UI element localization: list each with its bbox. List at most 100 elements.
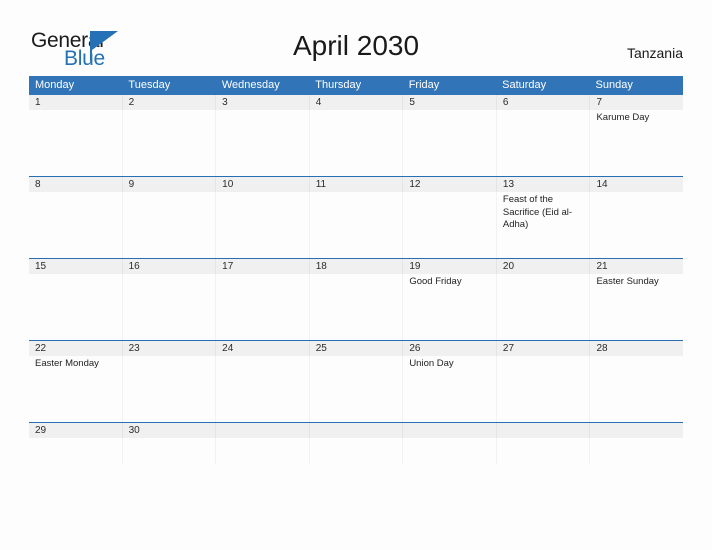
holiday-event-label: Union Day [409,358,454,369]
event-cell-day-10 [215,192,309,258]
holiday-event-label: Karume Day [596,112,650,123]
day-number-5[interactable]: 5 [402,95,496,110]
day-number-15[interactable]: 15 [29,259,122,274]
calendar-week-row: 29 30 [29,422,683,464]
day-event-row [29,438,683,464]
day-number-1[interactable]: 1 [29,95,122,110]
day-event-row: Feast of the Sacrifice (Eid al-Adha) [29,192,683,258]
calendar-weeks: 1 2 3 4 5 6 7 Karume Day 8 9 10 11 12 13 14 Feast of th… [29,95,683,464]
day-number-24[interactable]: 24 [215,341,309,356]
weekday-header-thursday: Thursday [315,79,362,91]
day-number-9[interactable]: 9 [121,177,216,192]
page-title: April 2030 [292,30,420,61]
event-cell-day-29 [29,438,122,464]
calendar-grid: Monday Tuesday Wednesday Thursday Friday Satu… [29,76,683,464]
day-number-23[interactable]: 23 [121,341,216,356]
day-number-30[interactable]: 30 [121,423,216,438]
holiday-event-label: Good Friday [409,276,462,287]
day-number-16[interactable]: 16 [121,259,216,274]
event-cell-day-3 [215,110,309,176]
day-number-12[interactable]: 12 [402,177,496,192]
holiday-event-label: Feast of the Sacrifice (Eid al-Adha) [502,194,573,230]
day-number-row: 22 23 24 25 26 27 28 [29,341,683,356]
day-number-20[interactable]: 20 [495,259,590,274]
day-number-19[interactable]: 19 [402,259,496,274]
weekday-header-saturday: Saturday [502,79,547,91]
event-cell-day-27 [495,356,590,422]
event-cell-day-4 [308,110,403,176]
day-number-10[interactable]: 10 [215,177,309,192]
day-cell-empty [495,423,590,438]
event-cell-empty [495,438,590,464]
event-cell-day-17 [215,274,309,340]
day-number-26[interactable]: 26 [402,341,496,356]
day-event-row: Karume Day [29,110,683,176]
weekday-header-monday: Monday [35,79,75,91]
day-number-27[interactable]: 27 [495,341,590,356]
event-cell-empty [402,438,496,464]
event-cell-day-9 [121,192,216,258]
event-cell-empty [589,438,683,464]
event-cell-day-7: Karume Day [589,110,683,176]
day-number-22[interactable]: 22 [29,341,122,356]
day-number-14[interactable]: 14 [589,177,683,192]
day-number-17[interactable]: 17 [215,259,309,274]
event-cell-day-8 [29,192,122,258]
event-cell-day-23 [121,356,216,422]
day-cell-empty [308,423,403,438]
day-number-row: 8 9 10 11 12 13 14 [29,177,683,192]
day-cell-empty [589,423,683,438]
event-cell-day-2 [121,110,216,176]
day-number-21[interactable]: 21 [589,259,683,274]
event-cell-day-6 [495,110,590,176]
event-cell-day-5 [402,110,496,176]
calendar-page: General Blue April 2030 Tanzania Monday T… [0,0,712,550]
event-cell-day-16 [121,274,216,340]
event-cell-day-28 [589,356,683,422]
event-cell-empty [308,438,403,464]
holiday-event-label: Easter Monday [35,358,99,369]
page-header: General Blue April 2030 Tanzania [0,0,712,76]
weekday-header-sunday: Sunday [595,79,633,91]
calendar-week-row: 1 2 3 4 5 6 7 Karume Day [29,95,683,176]
calendar-week-row: 15 16 17 18 19 20 21 Good Friday Easter Sunday [29,258,683,340]
event-cell-day-19: Good Friday [402,274,496,340]
event-cell-day-21: Easter Sunday [589,274,683,340]
event-cell-day-14 [589,192,683,258]
day-number-18[interactable]: 18 [308,259,403,274]
calendar-week-row: 22 23 24 25 26 27 28 Easter Monday Union Day [29,340,683,422]
event-cell-day-25 [308,356,403,422]
day-number-4[interactable]: 4 [308,95,403,110]
weekday-header-row: Monday Tuesday Wednesday Thursday Friday Satu… [29,76,683,95]
day-number-25[interactable]: 25 [308,341,403,356]
day-number-2[interactable]: 2 [121,95,216,110]
event-cell-empty [215,438,309,464]
day-number-7[interactable]: 7 [589,95,683,110]
day-number-13[interactable]: 13 [495,177,590,192]
event-cell-day-26: Union Day [402,356,496,422]
day-number-row: 29 30 [29,423,683,438]
day-cell-empty [215,423,309,438]
event-cell-day-11 [308,192,403,258]
event-cell-day-24 [215,356,309,422]
event-cell-day-22: Easter Monday [29,356,122,422]
event-cell-day-1 [29,110,122,176]
event-cell-day-15 [29,274,122,340]
event-cell-day-18 [308,274,403,340]
holiday-event-label: Easter Sunday [596,276,659,287]
weekday-header-friday: Friday [408,79,440,91]
day-event-row: Easter Monday Union Day [29,356,683,422]
country-label: Tanzania [626,45,683,61]
event-cell-day-12 [402,192,496,258]
day-number-3[interactable]: 3 [215,95,309,110]
day-number-11[interactable]: 11 [308,177,403,192]
day-number-8[interactable]: 8 [29,177,122,192]
day-number-29[interactable]: 29 [29,423,122,438]
weekday-header-tuesday: Tuesday [128,79,171,91]
day-number-28[interactable]: 28 [589,341,683,356]
calendar-week-row: 8 9 10 11 12 13 14 Feast of the Sacrifice (Eid … [29,176,683,258]
day-number-row: 1234567 [29,95,683,110]
day-event-row: Good Friday Easter Sunday [29,274,683,340]
day-number-row: 15 16 17 18 19 20 21 [29,259,683,274]
day-number-6[interactable]: 6 [495,95,590,110]
